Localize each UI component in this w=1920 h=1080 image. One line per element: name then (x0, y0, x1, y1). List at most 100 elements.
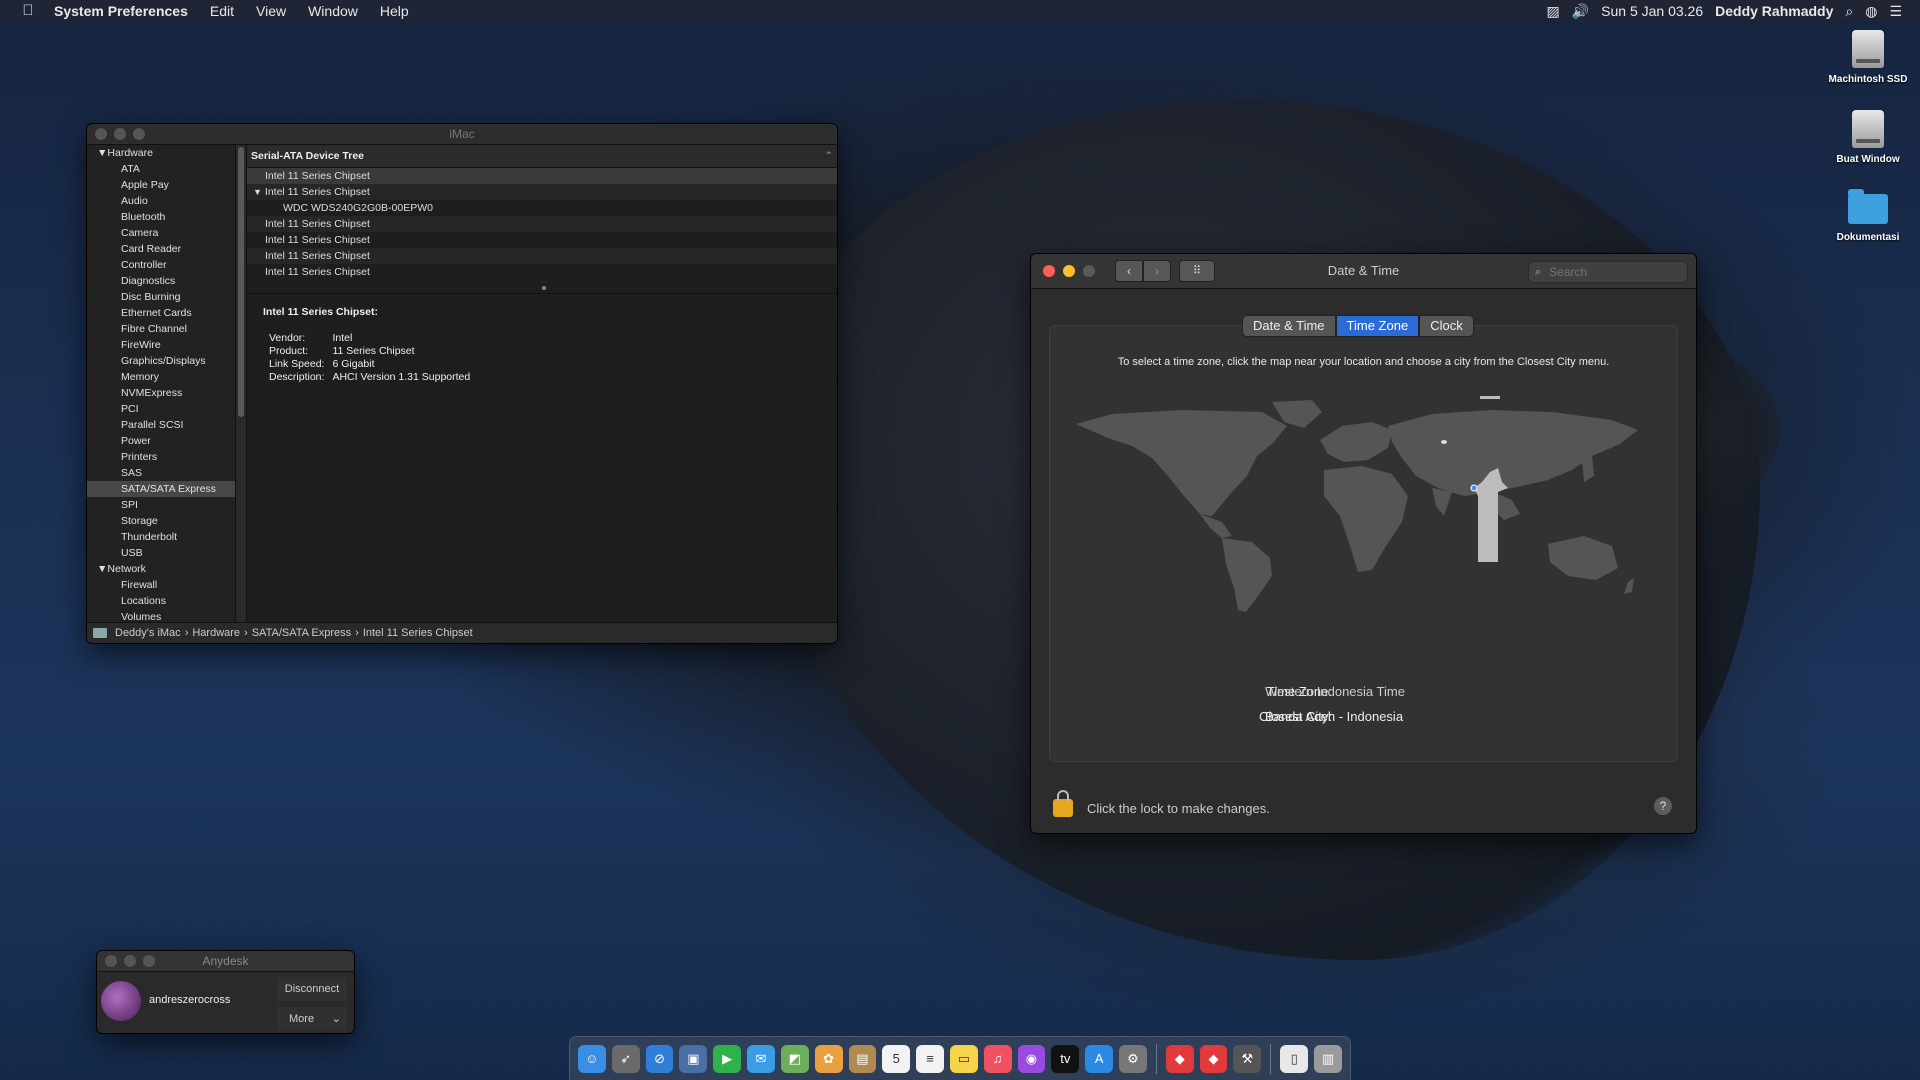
tv-icon[interactable]: tv (1051, 1044, 1080, 1073)
sidebar-item-locations[interactable]: Locations (87, 593, 235, 609)
sidebar-item-fibre-channel[interactable]: Fibre Channel (87, 321, 235, 337)
minimize-button[interactable] (114, 128, 126, 140)
closest-city-field[interactable]: Banda Aceh - Indonesia (1265, 709, 1403, 724)
menu-app-name[interactable]: System Preferences (54, 3, 188, 19)
tree-row-child[interactable]: WDC WDS240G2G0B-00EPW0 (247, 200, 837, 216)
show-all-grid-button[interactable]: ⠿ (1179, 260, 1215, 282)
sidebar-item-disc-burning[interactable]: Disc Burning (87, 289, 235, 305)
calendar-icon[interactable]: 5 (882, 1044, 911, 1073)
minimize-button[interactable] (1063, 265, 1075, 277)
sidebar-group-network[interactable]: ▼Network (87, 561, 235, 577)
tab-clock[interactable]: Clock (1419, 315, 1474, 337)
sidebar-item-bluetooth[interactable]: Bluetooth (87, 209, 235, 225)
podcasts-icon[interactable]: ◉ (1017, 1044, 1046, 1073)
world-map[interactable] (1072, 396, 1652, 616)
menu-edit[interactable]: Edit (210, 3, 234, 19)
sidebar-item-storage[interactable]: Storage (87, 513, 235, 529)
close-button[interactable] (105, 955, 117, 967)
device-tree[interactable]: Intel 11 Series Chipset ▼ Intel 11 Series… (247, 168, 837, 294)
menubar-user[interactable]: Deddy Rahmaddy (1715, 3, 1833, 19)
photos-icon[interactable]: ✿ (814, 1044, 843, 1073)
trash-icon[interactable]: ▥ (1314, 1044, 1342, 1073)
split-view-handle[interactable] (542, 286, 546, 290)
sidebar-item-ethernet-cards[interactable]: Ethernet Cards (87, 305, 235, 321)
path-item[interactable]: Hardware (192, 623, 240, 643)
notes-icon[interactable]: ▭ (949, 1044, 978, 1073)
spotlight-search-icon[interactable]: ⌕ (1845, 3, 1853, 20)
sidebar-item-memory[interactable]: Memory (87, 369, 235, 385)
system-preferences-icon[interactable]: ⚙ (1119, 1044, 1147, 1073)
desktop-icon-buat-window[interactable]: Buat Window (1808, 110, 1920, 165)
zoom-button[interactable] (1083, 265, 1095, 277)
disconnect-button[interactable]: Disconnect (277, 977, 347, 1001)
menubar-clock[interactable]: Sun 5 Jan 03.26 (1601, 3, 1703, 19)
sidebar-item-printers[interactable]: Printers (87, 449, 235, 465)
desktop-icon-macintosh-ssd[interactable]: Machintosh SSD (1808, 30, 1920, 85)
sidebar-item-audio[interactable]: Audio (87, 193, 235, 209)
device-tree-header[interactable]: Serial-ATA Device Tree ⌃ (247, 145, 837, 168)
launchpad-icon[interactable]: ➶ (611, 1044, 640, 1073)
path-item[interactable]: SATA/SATA Express (252, 623, 351, 643)
anydesk-icon[interactable]: ◆ (1165, 1044, 1194, 1073)
tree-row[interactable]: Intel 11 Series Chipset (247, 248, 837, 264)
sidebar-item-usb[interactable]: USB (87, 545, 235, 561)
tree-row[interactable]: Intel 11 Series Chipset (247, 168, 837, 184)
menu-window[interactable]: Window (308, 3, 358, 19)
finder-icon[interactable]: ☺ (578, 1044, 606, 1073)
sidebar-item-pci[interactable]: PCI (87, 401, 235, 417)
xcode-icon[interactable]: ⚒ (1233, 1044, 1262, 1073)
menu-help[interactable]: Help (380, 3, 409, 19)
safari-icon[interactable]: ⊘ (645, 1044, 674, 1073)
scrollbar-thumb[interactable] (238, 147, 244, 417)
path-item[interactable]: Deddy's iMac (115, 623, 181, 643)
sort-caret-icon[interactable]: ⌃ (824, 145, 833, 167)
app-store-icon[interactable]: A (1085, 1044, 1113, 1073)
contacts-icon[interactable]: ▤ (848, 1044, 877, 1073)
sidebar-item-graphics-displays[interactable]: Graphics/Displays (87, 353, 235, 369)
tree-row[interactable]: Intel 11 Series Chipset (247, 232, 837, 248)
back-button[interactable]: ‹ (1115, 260, 1143, 282)
forward-button[interactable]: › (1143, 260, 1171, 282)
sidebar-item-camera[interactable]: Camera (87, 225, 235, 241)
reminders-icon[interactable]: ≡ (916, 1044, 944, 1073)
document-icon[interactable]: ▯ (1280, 1044, 1309, 1073)
sidebar-item-nvmexpress[interactable]: NVMExpress (87, 385, 235, 401)
more-button[interactable]: More ⌄ (277, 1007, 347, 1031)
search-field[interactable]: ⌕ (1528, 261, 1688, 283)
tree-row[interactable]: Intel 11 Series Chipset (247, 264, 837, 280)
sidebar[interactable]: ▼Hardware ATA Apple Pay Audio Bluetooth … (87, 145, 236, 623)
disclosure-triangle-icon[interactable]: ▼ (97, 563, 107, 575)
close-button[interactable] (1043, 265, 1055, 277)
minimize-button[interactable] (124, 955, 136, 967)
help-button[interactable]: ? (1654, 797, 1672, 815)
apple-icon[interactable]:  (20, 3, 36, 19)
tab-date-time[interactable]: Date & Time (1242, 315, 1336, 337)
sidebar-item-firewall[interactable]: Firewall (87, 577, 235, 593)
sidebar-item-card-reader[interactable]: Card Reader (87, 241, 235, 257)
preview-icon[interactable]: ▣ (679, 1044, 708, 1073)
lock-icon[interactable] (1053, 790, 1073, 817)
facetime-icon[interactable]: ▶ (713, 1044, 742, 1073)
anydesk-alt-icon[interactable]: ◆ (1199, 1044, 1228, 1073)
tree-row-expanded[interactable]: ▼ Intel 11 Series Chipset (247, 184, 837, 200)
tree-row[interactable]: Intel 11 Series Chipset (247, 216, 837, 232)
sidebar-group-hardware[interactable]: ▼Hardware (87, 145, 235, 161)
sidebar-item-power[interactable]: Power (87, 433, 235, 449)
sidebar-item-parallel-scsi[interactable]: Parallel SCSI (87, 417, 235, 433)
time-zone-value[interactable]: Western Indonesia Time (1265, 684, 1405, 699)
activity-icon[interactable]: ▨ (1546, 3, 1559, 20)
desktop-icon-dokumentasi[interactable]: Dokumentasi (1808, 189, 1920, 243)
notification-center-icon[interactable]: ☰ (1889, 3, 1902, 20)
window-titlebar[interactable]: Anydesk (97, 951, 354, 972)
disclosure-triangle-icon[interactable]: ▼ (253, 187, 262, 197)
menu-view[interactable]: View (256, 3, 286, 19)
music-icon[interactable]: ♫ (983, 1044, 1012, 1073)
sidebar-item-spi[interactable]: SPI (87, 497, 235, 513)
window-titlebar[interactable]: ‹ › ⠿ Date & Time ⌕ (1031, 254, 1696, 289)
zoom-button[interactable] (133, 128, 145, 140)
sidebar-item-firewire[interactable]: FireWire (87, 337, 235, 353)
sidebar-item-sata-express[interactable]: SATA/SATA Express (87, 481, 235, 497)
maps-icon[interactable]: ◩ (780, 1044, 809, 1073)
sidebar-item-sas[interactable]: SAS (87, 465, 235, 481)
sidebar-item-volumes[interactable]: Volumes (87, 609, 235, 623)
